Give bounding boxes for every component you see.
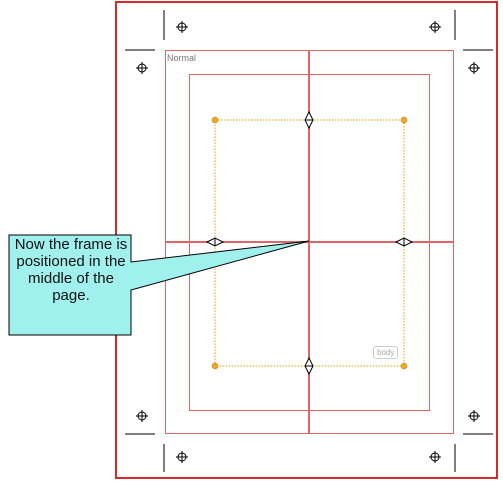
- registration-mark-icon: [176, 21, 188, 33]
- registration-mark-icon: [429, 451, 441, 463]
- frame-corner-handle[interactable]: [400, 116, 408, 124]
- registration-mark-icon: [136, 410, 148, 422]
- frame-edge-handle[interactable]: [304, 356, 314, 376]
- callout-text: Now the frame is positioned in the middl…: [14, 236, 128, 304]
- page-layout-name: Normal: [167, 53, 197, 63]
- registration-mark-icon: [468, 410, 480, 422]
- frame-corner-handle[interactable]: [211, 362, 219, 370]
- frame-corner-handle[interactable]: [400, 362, 408, 370]
- frame-corner-handle[interactable]: [211, 116, 219, 124]
- registration-mark-icon: [429, 21, 441, 33]
- registration-mark-icon: [176, 451, 188, 463]
- frame-edge-handle[interactable]: [394, 237, 414, 247]
- frame-edge-handle[interactable]: [205, 237, 225, 247]
- frame-edge-handle[interactable]: [304, 110, 314, 130]
- registration-mark-icon: [468, 62, 480, 74]
- frame-tag-label: body: [373, 346, 399, 359]
- registration-mark-icon: [136, 62, 148, 74]
